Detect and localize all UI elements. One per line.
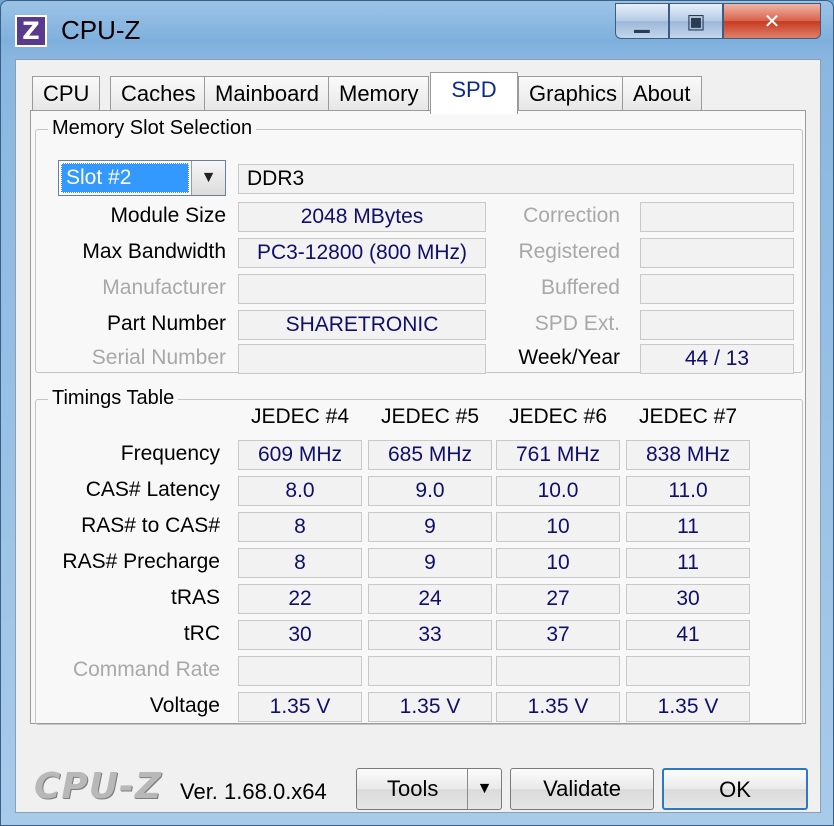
- window-title: CPU-Z: [61, 15, 141, 45]
- max-bandwidth-label: Max Bandwidth: [82, 240, 226, 263]
- timings-table-title: Timings Table: [48, 386, 179, 410]
- timings-row-label: CAS# Latency: [85, 478, 220, 501]
- timings-column-header: JEDEC #6: [508, 405, 608, 428]
- client-area: CPU Caches Mainboard Memory SPD Graphics…: [15, 59, 821, 813]
- minimize-button[interactable]: ▁: [615, 3, 669, 39]
- timings-row-label: RAS# to CAS#: [81, 514, 220, 537]
- timings-row-label: Command Rate: [72, 658, 220, 681]
- tab-about[interactable]: About: [622, 76, 702, 112]
- timings-cell: 685 MHz: [368, 440, 492, 470]
- spd-ext-value: [640, 310, 794, 340]
- timings-cell: 761 MHz: [496, 440, 620, 470]
- tab-memory[interactable]: Memory: [328, 76, 430, 112]
- tab-caches[interactable]: Caches: [110, 76, 207, 112]
- timings-cell: 33: [368, 620, 492, 650]
- part-number-label: Part Number: [106, 312, 226, 335]
- registered-label: Registered: [518, 240, 620, 263]
- timings-cell: 27: [496, 584, 620, 614]
- timings-cell: 10: [496, 512, 620, 542]
- memory-slot-group-title: Memory Slot Selection: [48, 116, 257, 140]
- tab-graphics[interactable]: Graphics: [518, 76, 629, 112]
- module-size-value: 2048 MBytes: [238, 202, 486, 232]
- timings-cell: 37: [496, 620, 620, 650]
- timings-row-label: Frequency: [120, 442, 220, 465]
- serial-number-label: Serial Number: [91, 346, 226, 369]
- cpuz-logo: CPU-Z: [34, 766, 163, 807]
- buffered-value: [640, 274, 794, 304]
- timings-cell: 11: [626, 548, 750, 578]
- maximize-button[interactable]: ▣: [669, 3, 723, 39]
- timings-cell: 24: [368, 584, 492, 614]
- timings-column-header: JEDEC #4: [250, 405, 350, 428]
- timings-cell: 1.35 V: [626, 692, 750, 722]
- module-size-label: Module Size: [110, 204, 226, 227]
- timings-row-label: RAS# Precharge: [62, 550, 220, 573]
- timings-cell: 609 MHz: [238, 440, 362, 470]
- serial-number-value: [238, 344, 486, 374]
- timings-cell: 10: [496, 548, 620, 578]
- title-bar[interactable]: Z CPU-Z ▁ ▣ ✕: [1, 1, 833, 59]
- week-year-label: Week/Year: [518, 346, 620, 369]
- timings-cell: 1.35 V: [238, 692, 362, 722]
- timings-cell: 1.35 V: [368, 692, 492, 722]
- version-label: Ver. 1.68.0.x64: [180, 779, 327, 804]
- week-year-value: 44 / 13: [640, 344, 794, 374]
- max-bandwidth-value: PC3-12800 (800 MHz): [238, 238, 486, 268]
- timings-cell: [496, 656, 620, 686]
- registered-value: [640, 238, 794, 268]
- part-number-value: SHARETRONIC: [238, 310, 486, 340]
- spd-ext-label: SPD Ext.: [534, 312, 620, 335]
- timings-cell: 30: [626, 584, 750, 614]
- manufacturer-value: [238, 274, 486, 304]
- memory-slot-group: Memory Slot Selection Slot #2 ▼ DDR3 Mod…: [35, 116, 803, 374]
- timings-cell: 9.0: [368, 476, 492, 506]
- close-button[interactable]: ✕: [723, 3, 821, 39]
- timings-cell: 9: [368, 512, 492, 542]
- timings-cell: 1.35 V: [496, 692, 620, 722]
- timings-cell: 41: [626, 620, 750, 650]
- timings-cell: [238, 656, 362, 686]
- chevron-down-icon[interactable]: ▼: [467, 769, 501, 809]
- tab-cpu[interactable]: CPU: [32, 76, 101, 112]
- timings-cell: 9: [368, 548, 492, 578]
- timings-cell: 22: [238, 584, 362, 614]
- slot-select-value: Slot #2: [61, 163, 189, 193]
- tools-button-label: Tools: [387, 776, 439, 801]
- timings-cell: 11: [626, 512, 750, 542]
- timings-cell: 8: [238, 548, 362, 578]
- cpuz-app-icon: Z: [15, 15, 47, 47]
- spd-tab-page: Memory Slot Selection Slot #2 ▼ DDR3 Mod…: [30, 110, 806, 725]
- tab-spd[interactable]: SPD: [430, 72, 518, 114]
- timings-cell: 838 MHz: [626, 440, 750, 470]
- timings-column-header: JEDEC #7: [638, 405, 738, 428]
- timings-column-header: JEDEC #5: [380, 405, 480, 428]
- tools-button[interactable]: Tools ▼: [356, 768, 502, 810]
- slot-select[interactable]: Slot #2 ▼: [58, 160, 226, 196]
- timings-row-label: Voltage: [149, 694, 220, 717]
- timings-cell: 30: [238, 620, 362, 650]
- memory-type-field: DDR3: [238, 164, 794, 194]
- timings-cell: [626, 656, 750, 686]
- buffered-label: Buffered: [540, 276, 620, 299]
- timings-row-label: tRC: [183, 622, 220, 645]
- timings-cell: [368, 656, 492, 686]
- timings-table-group: Timings Table JEDEC #4 JEDEC #5 JEDEC #6 JE…: [35, 386, 803, 725]
- correction-label: Correction: [523, 204, 620, 227]
- timings-cell: 8: [238, 512, 362, 542]
- timings-cell: 11.0: [626, 476, 750, 506]
- chevron-down-icon[interactable]: ▼: [191, 161, 225, 195]
- correction-value: [640, 202, 794, 232]
- timings-cell: 10.0: [496, 476, 620, 506]
- ok-button[interactable]: OK: [662, 768, 808, 810]
- timings-row-label: tRAS: [170, 586, 220, 609]
- timings-cell: 8.0: [238, 476, 362, 506]
- tab-mainboard[interactable]: Mainboard: [204, 76, 330, 112]
- manufacturer-label: Manufacturer: [102, 276, 226, 299]
- cpuz-window: Z CPU-Z ▁ ▣ ✕ CPU Caches Mainboard Memor…: [0, 0, 834, 826]
- validate-button[interactable]: Validate: [510, 768, 654, 810]
